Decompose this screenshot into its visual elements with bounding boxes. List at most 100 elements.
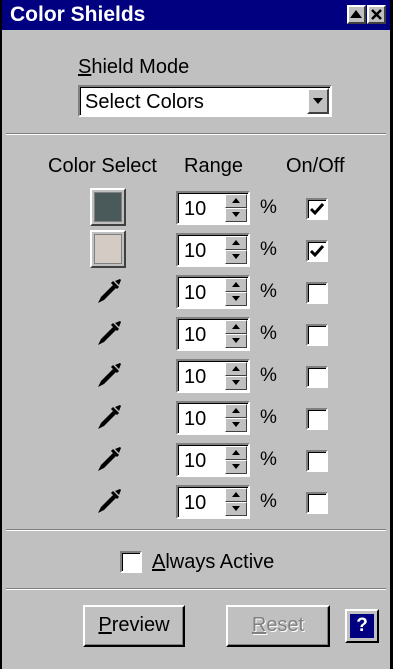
percent-label: % — [260, 323, 277, 344]
chevron-down-icon — [313, 98, 323, 104]
on-off-header: On/Off — [286, 155, 345, 177]
percent-label: % — [260, 449, 277, 470]
reset-button[interactable]: Reset — [226, 605, 330, 647]
color-swatch-button[interactable] — [90, 230, 126, 268]
spin-down-button[interactable] — [225, 376, 247, 390]
spin-up-button[interactable] — [225, 488, 247, 502]
on-off-checkbox[interactable] — [306, 324, 328, 346]
arrow-up-icon — [232, 324, 240, 329]
range-value: 10 — [184, 240, 207, 262]
arrow-up-icon — [232, 408, 240, 413]
percent-label: % — [260, 197, 277, 218]
on-off-checkbox[interactable] — [306, 240, 328, 262]
range-value: 10 — [184, 492, 207, 514]
spin-down-button[interactable] — [225, 418, 247, 432]
spin-down-button[interactable] — [225, 502, 247, 516]
color-row: 10% — [2, 440, 390, 482]
spin-up-button[interactable] — [225, 404, 247, 418]
spin-up-button[interactable] — [225, 362, 247, 376]
arrow-down-icon — [232, 254, 240, 259]
range-spinner[interactable]: 10 — [176, 359, 250, 393]
on-off-checkbox[interactable] — [306, 492, 328, 514]
range-value: 10 — [184, 282, 207, 304]
color-swatch-button[interactable] — [90, 188, 126, 226]
color-row: 10% — [2, 482, 390, 524]
arrow-up-icon — [232, 450, 240, 455]
arrow-down-icon — [232, 506, 240, 511]
spin-down-button[interactable] — [225, 334, 247, 348]
eyedropper-icon — [98, 447, 121, 471]
always-active-label: Always Active — [152, 551, 275, 573]
color-row: 10% — [2, 314, 390, 356]
color-shields-window: Color Shields Shield Mode Select Colors … — [0, 0, 393, 669]
title-bar[interactable]: Color Shields — [2, 0, 390, 30]
preview-button[interactable]: Preview — [83, 605, 185, 647]
spin-up-button[interactable] — [225, 446, 247, 460]
close-button[interactable] — [367, 5, 386, 24]
arrow-down-icon — [232, 338, 240, 343]
color-row: 10% — [2, 188, 390, 230]
spin-down-button[interactable] — [225, 460, 247, 474]
close-icon — [371, 9, 382, 20]
arrow-down-icon — [232, 296, 240, 301]
triangle-up-icon — [350, 10, 362, 18]
spin-up-button[interactable] — [225, 278, 247, 292]
percent-label: % — [260, 365, 277, 386]
percent-label: % — [260, 239, 277, 260]
range-value: 10 — [184, 324, 207, 346]
spin-down-button[interactable] — [225, 208, 247, 222]
maximize-button[interactable] — [347, 5, 366, 24]
range-spinner[interactable]: 10 — [176, 443, 250, 477]
percent-label: % — [260, 281, 277, 302]
spin-up-button[interactable] — [225, 194, 247, 208]
arrow-up-icon — [232, 240, 240, 245]
arrow-up-icon — [232, 492, 240, 497]
range-value: 10 — [184, 408, 207, 430]
color-select-header: Color Select — [48, 155, 157, 177]
range-spinner[interactable]: 10 — [176, 191, 250, 225]
on-off-checkbox[interactable] — [306, 198, 328, 220]
spin-down-button[interactable] — [225, 292, 247, 306]
help-icon: ? — [350, 614, 374, 638]
always-active-checkbox[interactable] — [120, 551, 142, 573]
color-row: 10% — [2, 398, 390, 440]
eyedropper-icon — [98, 405, 121, 429]
range-spinner[interactable]: 10 — [176, 233, 250, 267]
on-off-checkbox[interactable] — [306, 408, 328, 430]
eyedropper-icon — [98, 279, 121, 303]
spin-up-button[interactable] — [225, 320, 247, 334]
dropdown-button[interactable] — [307, 88, 329, 114]
eyedropper-icon — [98, 489, 121, 513]
window-title: Color Shields — [10, 3, 146, 26]
on-off-checkbox[interactable] — [306, 282, 328, 304]
shield-mode-value: Select Colors — [85, 91, 204, 113]
shield-mode-select[interactable]: Select Colors — [78, 85, 332, 117]
color-swatch — [94, 192, 122, 222]
arrow-down-icon — [232, 464, 240, 469]
color-row: 10% — [2, 272, 390, 314]
help-button[interactable]: ? — [345, 609, 379, 643]
eyedropper-icon — [98, 321, 121, 345]
divider — [6, 529, 386, 531]
color-row: 10% — [2, 356, 390, 398]
arrow-down-icon — [232, 380, 240, 385]
spin-down-button[interactable] — [225, 250, 247, 264]
arrow-down-icon — [232, 422, 240, 427]
divider — [6, 133, 386, 135]
on-off-checkbox[interactable] — [306, 450, 328, 472]
spin-up-button[interactable] — [225, 236, 247, 250]
percent-label: % — [260, 407, 277, 428]
range-spinner[interactable]: 10 — [176, 275, 250, 309]
arrow-down-icon — [232, 212, 240, 217]
checkmark-icon — [309, 245, 325, 258]
color-row: 10% — [2, 230, 390, 272]
arrow-up-icon — [232, 282, 240, 287]
arrow-up-icon — [232, 198, 240, 203]
range-value: 10 — [184, 450, 207, 472]
range-spinner[interactable]: 10 — [176, 485, 250, 519]
on-off-checkbox[interactable] — [306, 366, 328, 388]
range-spinner[interactable]: 10 — [176, 401, 250, 435]
range-spinner[interactable]: 10 — [176, 317, 250, 351]
eyedropper-icon — [98, 363, 121, 387]
checkmark-icon — [309, 203, 325, 216]
